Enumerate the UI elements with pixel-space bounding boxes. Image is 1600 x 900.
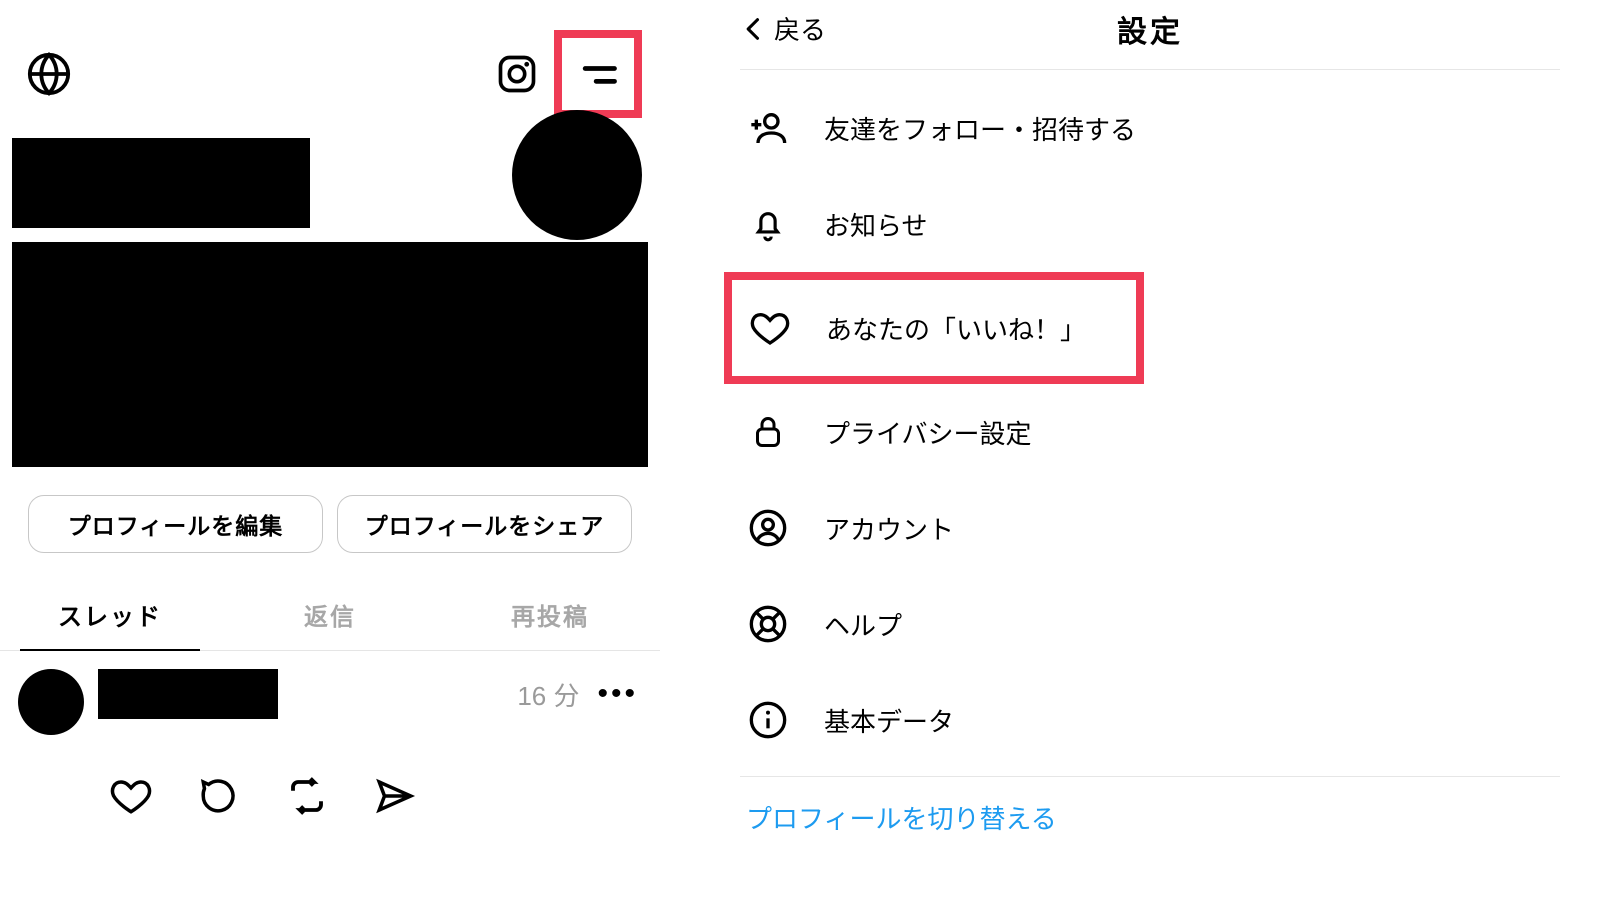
profile-header [0, 138, 660, 467]
menu-label: プライバシー設定 [824, 414, 1031, 451]
profile-screen: プロフィールを編集 プロフィールをシェア スレッド 返信 再投稿 16 分 ••… [0, 0, 660, 900]
menu-highlight-callout [554, 30, 642, 118]
menu-icon[interactable] [571, 47, 625, 101]
settings-title: 設定 [740, 7, 1560, 51]
post-username-redacted [98, 669, 278, 719]
likes-highlight-callout: あなたの「いいね！」 [724, 272, 1144, 384]
lock-icon [746, 410, 790, 454]
settings-menu: 友達をフォロー・招待する お知らせ あなたの「いいね！」 [740, 70, 1560, 836]
menu-label: アカウント [824, 510, 954, 547]
switch-profile-link[interactable]: プロフィールを切り替える [740, 777, 1560, 836]
settings-item-follow-invite[interactable]: 友達をフォロー・招待する [740, 80, 1560, 176]
bio-redacted [12, 242, 648, 467]
back-button[interactable]: 戻る [740, 10, 826, 47]
menu-label: ヘルプ [824, 606, 902, 643]
lifebuoy-icon [746, 602, 790, 646]
back-label: 戻る [774, 10, 826, 47]
avatar[interactable] [512, 110, 642, 240]
instagram-icon[interactable] [490, 47, 544, 101]
tab-reposts[interactable]: 再投稿 [440, 581, 660, 650]
user-circle-icon [746, 506, 790, 550]
share-icon[interactable] [374, 775, 416, 817]
menu-label: あなたの「いいね！」 [826, 310, 1086, 347]
username-redacted [12, 138, 310, 228]
post-item[interactable]: 16 分 ••• [0, 651, 660, 735]
post-timestamp: 16 分 [517, 676, 579, 713]
settings-item-about[interactable]: 基本データ [740, 672, 1560, 768]
tab-replies[interactable]: 返信 [220, 581, 440, 650]
settings-item-help[interactable]: ヘルプ [740, 576, 1560, 672]
heart-icon [748, 306, 792, 350]
menu-label: 友達をフォロー・招待する [824, 110, 1136, 147]
like-icon[interactable] [110, 775, 152, 817]
settings-header: 戻る 設定 [740, 0, 1560, 70]
post-avatar[interactable] [18, 669, 84, 735]
post-actions [0, 735, 660, 817]
info-icon [746, 698, 790, 742]
settings-item-account[interactable]: アカウント [740, 480, 1560, 576]
settings-item-privacy[interactable]: プライバシー設定 [740, 384, 1560, 480]
edit-profile-button[interactable]: プロフィールを編集 [28, 495, 323, 553]
menu-label: お知らせ [824, 206, 927, 243]
menu-label: 基本データ [824, 702, 954, 739]
profile-tabs: スレッド 返信 再投稿 [0, 581, 660, 651]
post-more-icon[interactable]: ••• [597, 677, 638, 711]
globe-icon[interactable] [22, 47, 76, 101]
settings-item-your-likes[interactable]: あなたの「いいね！」 [732, 284, 1130, 372]
share-profile-button[interactable]: プロフィールをシェア [337, 495, 632, 553]
bell-icon [746, 202, 790, 246]
comment-icon[interactable] [198, 775, 240, 817]
settings-screen: 戻る 設定 友達をフォロー・招待する お知らせ [660, 0, 1600, 900]
settings-item-notifications[interactable]: お知らせ [740, 176, 1560, 272]
tab-threads[interactable]: スレッド [0, 581, 220, 650]
add-person-icon [746, 106, 790, 150]
repost-icon[interactable] [286, 775, 328, 817]
